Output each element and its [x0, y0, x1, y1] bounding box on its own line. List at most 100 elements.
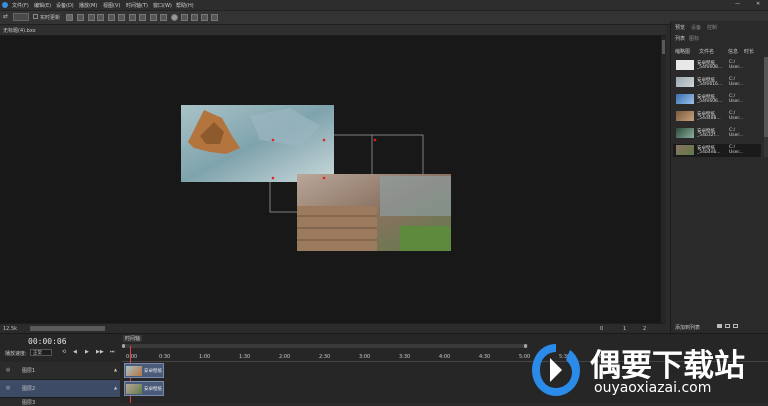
tool-flip-icon[interactable]	[181, 14, 188, 21]
tool-align5-icon[interactable]	[129, 14, 136, 21]
menu-help[interactable]: 帮助(H)	[176, 2, 194, 9]
tool-select-icon[interactable]	[66, 14, 73, 21]
panel-vertical-scrollbar[interactable]	[764, 57, 768, 157]
timeline-scroll-start-handle[interactable]	[122, 344, 125, 348]
media-list-item[interactable]: 安卓壁纸 _54fe606... C:/ User...	[673, 93, 759, 106]
next-icon[interactable]: ▶▶	[96, 349, 104, 355]
canvas-horizontal-thumb[interactable]	[30, 326, 105, 331]
tool-grid-icon[interactable]	[211, 14, 218, 21]
panel-tab-control[interactable]: 控制	[707, 24, 717, 31]
visibility-eye-icon[interactable]: ◎	[6, 367, 10, 373]
window-close-button[interactable]: ✕	[756, 1, 760, 7]
menu-window[interactable]: 窗口(W)	[153, 2, 172, 9]
media-list-item[interactable]: 安卓壁纸 _54b32f... C:/ User...	[673, 127, 759, 140]
column-duration-header[interactable]: 时长	[744, 48, 754, 55]
speed-value: 正常	[33, 351, 42, 356]
media-thumbnail	[676, 128, 694, 138]
timeline-clip[interactable]: 安卓壁纸	[124, 381, 164, 396]
add-to-list-label[interactable]: 添加到列表	[675, 324, 700, 331]
tool-align4-icon[interactable]	[118, 14, 125, 21]
timeline-clip[interactable]: 安卓壁纸	[124, 363, 164, 378]
play-icon[interactable]: ▶	[85, 349, 89, 355]
grid-view-icon[interactable]	[733, 324, 738, 328]
ruler-tick-label: 0:30	[159, 354, 171, 360]
ruler-tick-label: 4:00	[439, 354, 451, 360]
tool-rotate-icon[interactable]	[171, 14, 178, 21]
ruler-tick-label: 2:00	[279, 354, 291, 360]
panel-tab-preview[interactable]: 预览	[675, 24, 685, 31]
media-id: _54b32f...	[697, 133, 720, 138]
tool-align2-icon[interactable]	[97, 14, 104, 21]
clip-thumbnail	[126, 384, 142, 394]
list-view-icon[interactable]	[725, 324, 730, 328]
layer-row[interactable]: 图层3	[0, 398, 120, 406]
media-info-2: User...	[729, 99, 744, 104]
resolution-icon[interactable]: ⇄	[3, 13, 10, 20]
menu-play[interactable]: 播放(M)	[79, 2, 97, 9]
tool-rect-icon[interactable]	[77, 14, 84, 21]
media-id: _54b4eb...	[697, 150, 721, 155]
tool-monitor-icon[interactable]	[201, 14, 208, 21]
realtime-checkbox[interactable]	[33, 14, 38, 19]
panel-tab-device[interactable]: 设备	[691, 24, 701, 31]
tool-align6-icon[interactable]	[139, 14, 146, 21]
tool-align-icon[interactable]	[88, 14, 95, 21]
layer-name: 图层3	[22, 400, 36, 406]
ruler-tick-label: 1:00	[199, 354, 211, 360]
toolbar: ⇄ 实时更新	[0, 11, 768, 25]
canvas-vertical-scrollbar[interactable]	[661, 36, 666, 323]
media-thumbnail	[676, 94, 694, 104]
document-tab[interactable]: 无标题(4).bxx	[3, 27, 36, 34]
panel-scroll-thumb[interactable]	[764, 57, 768, 137]
page-a: 1	[623, 326, 627, 332]
speed-dropdown[interactable]: 正常	[30, 349, 52, 356]
column-filename-header[interactable]: 文件名	[699, 48, 714, 55]
layer-expand-icon[interactable]: ▲	[114, 367, 117, 372]
tool-image-icon[interactable]	[191, 14, 198, 21]
column-info-header[interactable]: 信息	[728, 48, 738, 55]
canvas-vertical-thumb[interactable]	[662, 40, 665, 54]
tool-distribute-icon[interactable]	[150, 14, 157, 21]
menu-edit[interactable]: 编辑(E)	[34, 2, 51, 9]
media-list-item-selected[interactable]: 安卓壁纸 _54b4eb... C:/ User...	[673, 144, 761, 157]
folder-icon[interactable]	[717, 324, 722, 328]
tool-distribute2-icon[interactable]	[160, 14, 167, 21]
timeline-tab[interactable]: 时间轴	[123, 335, 143, 342]
panel-subtab-list[interactable]: 列表	[675, 35, 685, 42]
ruler-tick-label: 4:30	[479, 354, 491, 360]
menu-view[interactable]: 视图(V)	[103, 2, 120, 9]
timeline-scrollbar[interactable]	[122, 344, 528, 348]
menu-timeline[interactable]: 时间轴(T)	[126, 2, 148, 9]
window-minimize-button[interactable]: —	[735, 1, 740, 7]
column-thumb-header[interactable]: 缩略图	[675, 48, 690, 55]
layer-row-selected[interactable]: ◎ 图层2 ▲	[0, 380, 120, 398]
timeline-scroll-end-handle[interactable]	[524, 344, 527, 348]
tool-align3-icon[interactable]	[108, 14, 115, 21]
ruler-tick-label: 3:00	[359, 354, 371, 360]
menu-file[interactable]: 文件(F)	[12, 2, 29, 9]
watermark-logo	[532, 344, 580, 396]
media-info-2: User...	[729, 65, 744, 70]
document-tabstrip: 无标题(4).bxx	[0, 25, 666, 36]
watermark-brand: 偶要下载站	[590, 348, 745, 384]
zoom-value[interactable]: 12.5k	[3, 326, 17, 332]
loop-icon[interactable]: ⟲	[62, 349, 66, 355]
end-icon[interactable]: ⏭	[110, 349, 115, 355]
visibility-eye-icon[interactable]: ◎	[6, 385, 10, 391]
media-list-item[interactable]: 安卓壁纸 _54d488... C:/ User...	[673, 110, 759, 123]
watermark: 偶要下载站 ouyaoxiazai.com	[528, 338, 768, 402]
prev-icon[interactable]: ◀	[73, 349, 77, 355]
media-list-item[interactable]: 安卓壁纸 _54fe616... C:/ User...	[673, 76, 759, 89]
media-thumbnail	[676, 145, 694, 155]
media-thumbnail	[676, 111, 694, 121]
panel-subtab-icon[interactable]: 图标	[689, 35, 699, 42]
preview-canvas[interactable]	[0, 36, 661, 323]
speed-label: 播放速度:	[5, 351, 27, 357]
media-thumbnail	[676, 60, 694, 70]
ruler-tick-label: 1:30	[239, 354, 251, 360]
layer-row[interactable]: ◎ 图层1 ▲	[0, 362, 120, 380]
media-list-item[interactable]: 安卓壁纸 _54fe608... C:/ User...	[673, 59, 759, 72]
layer-expand-icon[interactable]: ▲	[114, 385, 117, 390]
menu-device[interactable]: 设备(D)	[56, 2, 74, 9]
resolution-dropdown[interactable]	[13, 13, 29, 21]
